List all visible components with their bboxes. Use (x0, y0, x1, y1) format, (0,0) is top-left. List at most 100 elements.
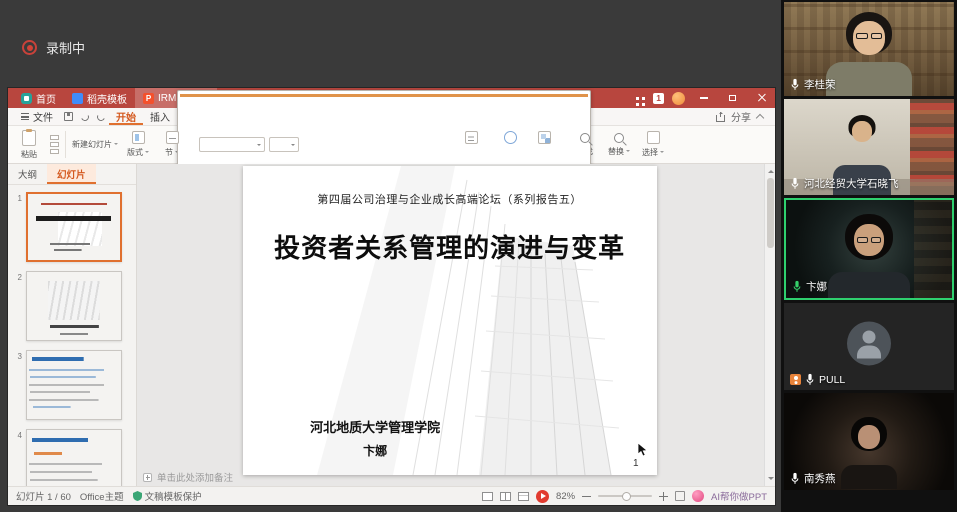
save-icon[interactable] (64, 112, 73, 121)
slide-thumbnail-4[interactable] (26, 429, 122, 486)
participant-name-row: 卞娜 (792, 279, 827, 294)
home-icon (21, 93, 32, 104)
participant-name: 卞娜 (806, 279, 827, 294)
clipboard-icon (22, 130, 36, 146)
clipboard-tools[interactable] (50, 135, 59, 154)
slide-thumbnail-panel: 大纲 幻灯片 1 2 3 (8, 164, 137, 486)
zoom-in-icon[interactable] (659, 492, 668, 501)
menubar-right: 分享 (716, 109, 769, 124)
file-menu-label: 文件 (33, 109, 53, 124)
paste-button[interactable]: 粘贴 (15, 130, 43, 160)
search-icon (580, 133, 590, 143)
slide-thumbnail-3[interactable] (26, 350, 122, 420)
ribbon-divider (65, 131, 66, 158)
participant-silhouette (833, 417, 905, 489)
mic-active-icon (792, 280, 802, 293)
protection-status: 文稿模板保护 (133, 489, 202, 503)
thumbnail-item: 4 (13, 429, 131, 486)
scrollbar-thumb[interactable] (767, 178, 774, 248)
participant-tile-5[interactable]: 南秀燕 (784, 393, 954, 490)
mic-icon (805, 373, 815, 386)
participant-name: PULL (819, 374, 845, 386)
thumbnail-item: 2 (13, 271, 131, 341)
shield-icon (133, 491, 142, 501)
wps-statusbar: 幻灯片 1 / 60 Office主题 文稿模板保护 82% AI帮你做PPT (8, 486, 775, 505)
recording-indicator: 录制中 (22, 38, 85, 57)
wps-home-tab[interactable]: 首页 (13, 88, 64, 108)
statusbar-right: 82% AI帮你做PPT (482, 489, 767, 503)
new-slide-button[interactable]: 新建幻灯片 (72, 139, 118, 150)
participant-tile-4[interactable]: PULL (784, 303, 954, 390)
participant-tile-1[interactable]: 李桂荣 (784, 2, 954, 96)
collapse-ribbon-icon[interactable] (756, 114, 764, 122)
scroll-down-icon[interactable] (768, 477, 774, 483)
chevron-down-icon (145, 151, 149, 155)
participant-name: 李桂荣 (804, 77, 836, 92)
zoom-slider-knob[interactable] (622, 492, 631, 501)
redo-icon[interactable] (96, 111, 106, 121)
participant-silhouette (825, 214, 913, 300)
ai-assistant-label[interactable]: AI帮你做PPT (711, 489, 767, 503)
share-icon (716, 115, 725, 122)
share-label[interactable]: 分享 (731, 109, 751, 124)
slide-number: 2 (13, 271, 22, 341)
chevron-down-icon (660, 151, 664, 155)
replace-button[interactable]: 替换 (605, 133, 633, 157)
close-button[interactable] (751, 88, 772, 108)
replace-icon (614, 133, 624, 143)
notification-badge[interactable]: 1 (653, 93, 664, 104)
slide-number: 1 (13, 192, 22, 262)
section-icon (166, 131, 179, 144)
tab-outline[interactable]: 大纲 (8, 164, 47, 184)
zoom-out-icon[interactable] (582, 492, 591, 501)
doc-tab-docer[interactable]: 稻壳模板 (64, 88, 135, 108)
thumbnail-item: 1 (13, 192, 131, 262)
add-note-icon (143, 473, 152, 482)
fullscreen-icon[interactable] (675, 491, 685, 501)
participant-tile-2[interactable]: 河北经贸大学石晓飞 (784, 99, 954, 195)
chevron-down-icon (114, 143, 118, 147)
slide-number: 3 (13, 350, 22, 420)
participant-tile-3-speaking[interactable]: 卞娜 (784, 198, 954, 300)
current-slide[interactable]: 第四届公司治理与企业成长高端论坛（系列报告五） 投资者关系管理的演进与变革 河北… (243, 166, 657, 475)
mic-icon (790, 78, 800, 91)
participant-silhouette (823, 12, 915, 96)
slide-canvas[interactable]: 第四届公司治理与企业成长高端论坛（系列报告五） 投资者关系管理的演进与变革 河北… (137, 164, 775, 486)
slide-thumbnail-2[interactable] (26, 271, 122, 341)
zoom-slider[interactable] (598, 495, 652, 497)
slideshow-play-button[interactable] (536, 490, 549, 503)
ai-assistant-icon[interactable] (692, 490, 704, 502)
notes-placeholder[interactable]: 单击此处添加备注 (143, 470, 233, 484)
tab-slides[interactable]: 幻灯片 (47, 164, 96, 184)
meeting-window: 录制中 首页 稻壳模板 P IRM.ppt 1 (0, 0, 957, 512)
titlebar-controls: 1 (636, 88, 775, 108)
protection-label: 文稿模板保护 (145, 489, 202, 503)
mic-icon (790, 472, 800, 485)
mic-icon (790, 177, 800, 190)
font-family-select[interactable] (199, 137, 265, 152)
slide-thumbnail-1[interactable] (26, 192, 122, 262)
reading-view-icon[interactable] (518, 492, 529, 501)
maximize-button[interactable] (722, 88, 743, 108)
slide-sorter-view-icon[interactable] (500, 492, 511, 501)
user-avatar[interactable] (672, 92, 685, 105)
file-menu[interactable]: 文件 (14, 109, 60, 124)
normal-view-icon[interactable] (482, 492, 493, 501)
glasses (856, 33, 882, 39)
font-size-select[interactable] (269, 137, 299, 152)
theme-label[interactable]: Office主题 (80, 489, 124, 503)
undo-icon[interactable] (80, 111, 90, 121)
docer-file-icon (72, 93, 83, 104)
layout-button[interactable]: 版式 (124, 131, 152, 158)
menu-item-insert[interactable]: 插入 (143, 108, 177, 125)
shapes-icon (504, 131, 517, 144)
text-tool-icon (465, 131, 478, 144)
scroll-up-icon[interactable] (768, 167, 774, 173)
vertical-scrollbar[interactable] (764, 164, 775, 486)
avatar-chip-icon (790, 374, 801, 385)
apps-grid-icon[interactable] (636, 97, 639, 100)
ppt-file-icon: P (143, 93, 154, 104)
select-button[interactable]: 选择 (639, 131, 667, 158)
menu-item-home[interactable]: 开始 (109, 108, 143, 125)
minimize-button[interactable] (693, 88, 714, 108)
